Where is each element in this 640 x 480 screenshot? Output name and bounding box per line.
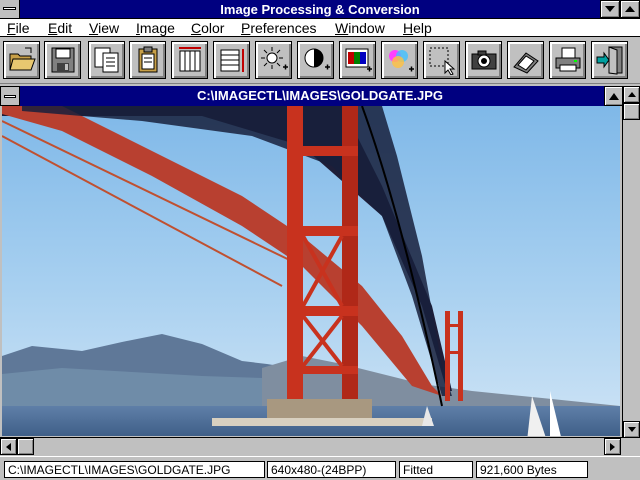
scan-button[interactable]	[507, 41, 544, 79]
document-maximize-button[interactable]	[604, 86, 624, 106]
horizontal-scrollbar[interactable]	[0, 437, 622, 455]
menu-window[interactable]: Window	[335, 20, 385, 36]
status-file-size: 921,600 Bytes	[476, 461, 588, 478]
resize-height-icon	[220, 49, 244, 72]
arrow-up-icon	[628, 92, 636, 97]
maximize-icon	[625, 6, 635, 12]
menu-preferences[interactable]: Preferences	[241, 20, 317, 36]
color-balance-icon	[345, 48, 372, 72]
scrollbar-corner	[622, 438, 640, 456]
scroll-left-button[interactable]	[0, 438, 17, 455]
color-palette-button[interactable]	[381, 41, 418, 79]
save-disk-icon	[51, 47, 75, 73]
save-button[interactable]	[44, 41, 81, 79]
contrast-button[interactable]	[297, 41, 334, 79]
vertical-scroll-thumb[interactable]	[623, 103, 640, 120]
copy-pages-icon	[94, 47, 119, 73]
select-region-button[interactable]	[423, 41, 460, 79]
menu-color[interactable]: Color	[191, 20, 224, 36]
camera-icon	[471, 50, 497, 70]
exit-button[interactable]	[591, 41, 628, 79]
menu-bar: File Edit View Image Color Preferences W…	[0, 19, 640, 37]
scroll-down-button[interactable]	[623, 421, 640, 438]
print-icon	[555, 47, 581, 72]
contrast-icon	[304, 48, 330, 70]
brightness-icon	[261, 47, 288, 70]
maximize-icon	[609, 93, 619, 100]
scanner-icon	[513, 52, 539, 74]
app-title: Image Processing & Conversion	[220, 2, 420, 17]
scroll-up-button[interactable]	[623, 86, 640, 103]
brightness-button[interactable]	[255, 41, 292, 79]
print-button[interactable]	[549, 41, 586, 79]
resize-width-icon	[179, 47, 201, 72]
vertical-scrollbar[interactable]	[622, 86, 640, 439]
color-palette-icon	[389, 50, 414, 72]
color-balance-button[interactable]	[339, 41, 376, 79]
arrow-down-icon	[628, 427, 636, 432]
resize-width-button[interactable]	[171, 41, 208, 79]
copy-button[interactable]	[88, 41, 125, 79]
image-canvas[interactable]	[2, 106, 620, 436]
open-button[interactable]	[3, 41, 40, 79]
minimize-icon	[605, 6, 615, 12]
maximize-button[interactable]	[620, 0, 640, 18]
scroll-right-button[interactable]	[604, 438, 621, 455]
horizontal-scroll-thumb[interactable]	[17, 438, 34, 455]
menu-file[interactable]: File	[7, 20, 30, 36]
golden-gate-photo	[2, 106, 620, 436]
app-title-bar: Image Processing & Conversion	[0, 0, 640, 19]
paste-button[interactable]	[129, 41, 166, 79]
document-window: C:\IMAGECTL\IMAGES\GOLDGATE.JPG	[0, 86, 640, 456]
status-view-mode: Fitted	[399, 461, 473, 478]
menu-help[interactable]: Help	[403, 20, 432, 36]
menu-edit[interactable]: Edit	[48, 20, 72, 36]
document-title-bar: C:\IMAGECTL\IMAGES\GOLDGATE.JPG	[0, 86, 640, 106]
select-region-icon	[429, 47, 456, 75]
resize-height-button[interactable]	[213, 41, 250, 79]
status-bar: C:\IMAGECTL\IMAGES\GOLDGATE.JPG 640x480-…	[0, 456, 640, 480]
menu-view[interactable]: View	[89, 20, 119, 36]
arrow-left-icon	[6, 443, 11, 451]
status-file-path: C:\IMAGECTL\IMAGES\GOLDGATE.JPG	[4, 461, 265, 478]
document-title: C:\IMAGECTL\IMAGES\GOLDGATE.JPG	[196, 88, 444, 103]
toolbar	[0, 38, 640, 84]
arrow-right-icon	[610, 443, 615, 451]
capture-button[interactable]	[465, 41, 502, 79]
open-folder-icon	[9, 47, 36, 71]
exit-icon	[596, 46, 623, 75]
paste-clipboard-icon	[138, 46, 158, 73]
status-dimensions: 640x480-(24BPP)	[267, 461, 396, 478]
minimize-button[interactable]	[600, 0, 620, 18]
menu-image[interactable]: Image	[136, 20, 175, 36]
